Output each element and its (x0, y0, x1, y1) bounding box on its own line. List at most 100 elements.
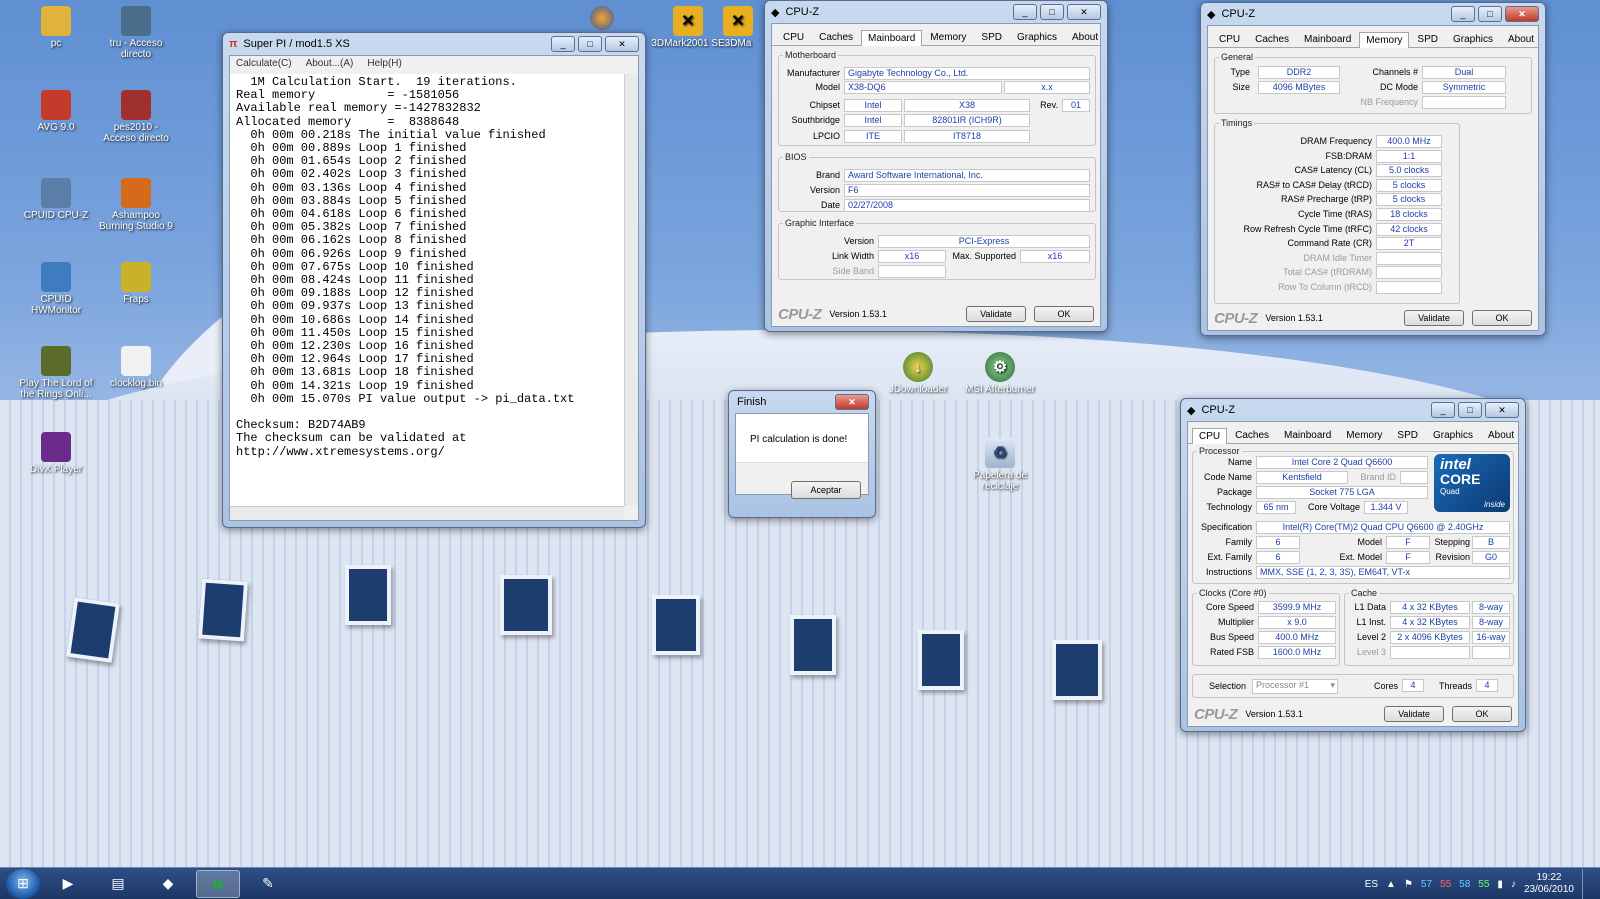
tab-caches[interactable]: Caches (812, 29, 860, 45)
desktop-icon[interactable]: CPUID HWMonitor (18, 262, 94, 316)
vertical-scrollbar[interactable] (624, 74, 638, 506)
desktop-icon[interactable]: pes2010 - Acceso directo (98, 90, 174, 144)
superpi-window[interactable]: π Super PI / mod1.5 XS _ □ ✕ Calculate(C… (222, 32, 646, 528)
tab-memory[interactable]: Memory (1359, 32, 1410, 48)
close-icon[interactable]: ✕ (1067, 4, 1101, 20)
tab-caches[interactable]: Caches (1248, 31, 1296, 47)
minimize-icon[interactable]: _ (1431, 402, 1455, 418)
desktop-icon[interactable]: CPUID CPU-Z (18, 178, 94, 221)
desktop-icon-firefox[interactable] (590, 6, 614, 32)
tab-mainboard[interactable]: Mainboard (861, 30, 923, 46)
desktop-icon[interactable]: pc (18, 6, 94, 49)
close-icon[interactable]: ✕ (605, 36, 639, 52)
menu-about[interactable]: About...(A) (306, 58, 354, 69)
tab-mainboard[interactable]: Mainboard (1277, 427, 1338, 443)
desktop-icon-3dmark[interactable]: ✕ 3DMark2001 SE (650, 6, 726, 49)
tab-memory[interactable]: Memory (1339, 427, 1389, 443)
minimize-icon[interactable]: _ (1451, 6, 1475, 22)
desktop-icon-afterburner[interactable]: ⚙ MSI Afterburner (962, 352, 1038, 395)
maximize-icon[interactable]: □ (1478, 6, 1502, 22)
desktop-icon[interactable]: Fraps (98, 262, 174, 305)
network-icon[interactable]: ▮ (1497, 879, 1503, 890)
validate-button[interactable]: Validate (1404, 310, 1464, 326)
cpuz-mainboard-window[interactable]: ◆ CPU-Z _ □ ✕ CPU Caches Mainboard Memory SP… (764, 0, 1108, 332)
processor-select[interactable]: Processor #1 ▾ (1252, 679, 1338, 694)
console-line: 0h 00m 06.926s Loop 9 finished (236, 246, 467, 261)
rated-fsb: 1600.0 MHz (1258, 646, 1336, 659)
maximize-icon[interactable]: □ (578, 36, 602, 52)
desktop-icon-recycle-bin[interactable]: ♻ Papelera de reciclaje (962, 438, 1038, 492)
minimize-icon[interactable]: _ (551, 36, 575, 52)
southbridge-model: 82801IR (ICH9R) (904, 114, 1030, 127)
paint-taskbar-icon[interactable]: ✎ (246, 870, 290, 898)
tab-memory[interactable]: Memory (923, 29, 973, 45)
ok-button[interactable]: OK (1452, 706, 1512, 722)
desktop-icon[interactable]: DivX Player (18, 432, 94, 475)
tab-cpu[interactable]: CPU (776, 29, 811, 45)
close-icon[interactable]: ✕ (1485, 402, 1519, 418)
close-icon[interactable]: ✕ (1505, 6, 1539, 22)
label: Specification (1200, 522, 1252, 532)
bus-speed: 400.0 MHz (1258, 631, 1336, 644)
horizontal-scrollbar[interactable] (230, 506, 624, 520)
minimize-icon[interactable]: _ (1013, 4, 1037, 20)
3dmark-icon: ✕ (723, 6, 753, 36)
bios-version: F6 (844, 184, 1090, 197)
clock[interactable]: 19:22 23/06/2010 (1524, 872, 1574, 896)
finish-dialog[interactable]: Finish ✕ PI calculation is done! Aceptar (728, 390, 876, 518)
label: Cores (1373, 681, 1398, 691)
tab-about[interactable]: About (1065, 29, 1105, 45)
tray-expand-icon[interactable]: ▲ (1386, 879, 1396, 890)
tab-spd[interactable]: SPD (1390, 427, 1425, 443)
desktop-icon-3dmark2[interactable]: ✕ 3DMa (718, 6, 758, 49)
flag-icon[interactable]: ⚑ (1404, 879, 1413, 890)
tab-cpu[interactable]: CPU (1192, 428, 1228, 444)
shortcut-icon (121, 90, 151, 120)
media-player-icon[interactable]: ▶ (46, 870, 90, 898)
menu-help[interactable]: Help(H) (367, 58, 401, 69)
desktop-icon-jdownloader[interactable]: ↓ JDownloader (880, 352, 956, 395)
label: LPCIO (812, 131, 840, 141)
tab-caches[interactable]: Caches (1228, 427, 1276, 443)
menu-calculate[interactable]: Calculate(C) (236, 58, 292, 69)
avg-icon (41, 90, 71, 120)
tab-graphics[interactable]: Graphics (1010, 29, 1064, 45)
aceptar-button[interactable]: Aceptar (791, 481, 861, 499)
desktop-icon[interactable]: tru - Acceso directo (98, 6, 174, 60)
label: Link Width (831, 251, 874, 261)
volume-icon[interactable]: ♪ (1511, 879, 1516, 890)
tab-cpu[interactable]: CPU (1212, 31, 1247, 47)
windows-start-icon[interactable]: ⊞ (6, 868, 40, 899)
ok-button[interactable]: OK (1034, 306, 1094, 322)
label: L1 Inst. (1356, 617, 1386, 627)
tab-graphics[interactable]: Graphics (1446, 31, 1500, 47)
maximize-icon[interactable]: □ (1040, 4, 1064, 20)
validate-button[interactable]: Validate (966, 306, 1026, 322)
desktop-icon[interactable]: Ashampoo Burning Studio 9 (98, 178, 174, 232)
validate-button[interactable]: Validate (1384, 706, 1444, 722)
language-indicator[interactable]: ES (1365, 879, 1378, 890)
superpi-taskbar-icon[interactable]: π (196, 869, 240, 898)
tab-spd[interactable]: SPD (974, 29, 1009, 45)
explorer-folder-icon[interactable]: ▤ (96, 870, 140, 898)
desktop-icon[interactable]: clocklog.bin (98, 346, 174, 389)
cpuz-taskbar-icon[interactable]: ◆ (146, 870, 190, 898)
tab-graphics[interactable]: Graphics (1426, 427, 1480, 443)
superpi-titlebar[interactable]: π Super PI / mod1.5 XS _ □ ✕ (229, 33, 639, 55)
close-icon[interactable]: ✕ (835, 394, 869, 410)
tab-spd[interactable]: SPD (1410, 31, 1445, 47)
cpuz-memory-window[interactable]: ◆ CPU-Z _ □ ✕ CPU Caches Mainboard Memory SP… (1200, 2, 1546, 336)
tab-about[interactable]: About (1481, 427, 1521, 443)
ok-button[interactable]: OK (1472, 310, 1532, 326)
cpuz-cpu-window[interactable]: ◆ CPU-Z _ □ ✕ CPU Caches Mainboard Memory SP… (1180, 398, 1526, 732)
folder-icon (41, 6, 71, 36)
show-desktop-button[interactable] (1582, 869, 1592, 899)
tab-mainboard[interactable]: Mainboard (1297, 31, 1358, 47)
desktop-icon[interactable]: AVG 9.0 (18, 90, 94, 133)
max-supported: x16 (1020, 250, 1090, 263)
maximize-icon[interactable]: □ (1458, 402, 1482, 418)
tab-about[interactable]: About (1501, 31, 1541, 47)
chipset-rev: 01 (1062, 99, 1090, 112)
desktop-icon[interactable]: Play The Lord of the Rings Onli... (18, 346, 94, 400)
model-value: X38-DQ6 (844, 81, 1002, 94)
